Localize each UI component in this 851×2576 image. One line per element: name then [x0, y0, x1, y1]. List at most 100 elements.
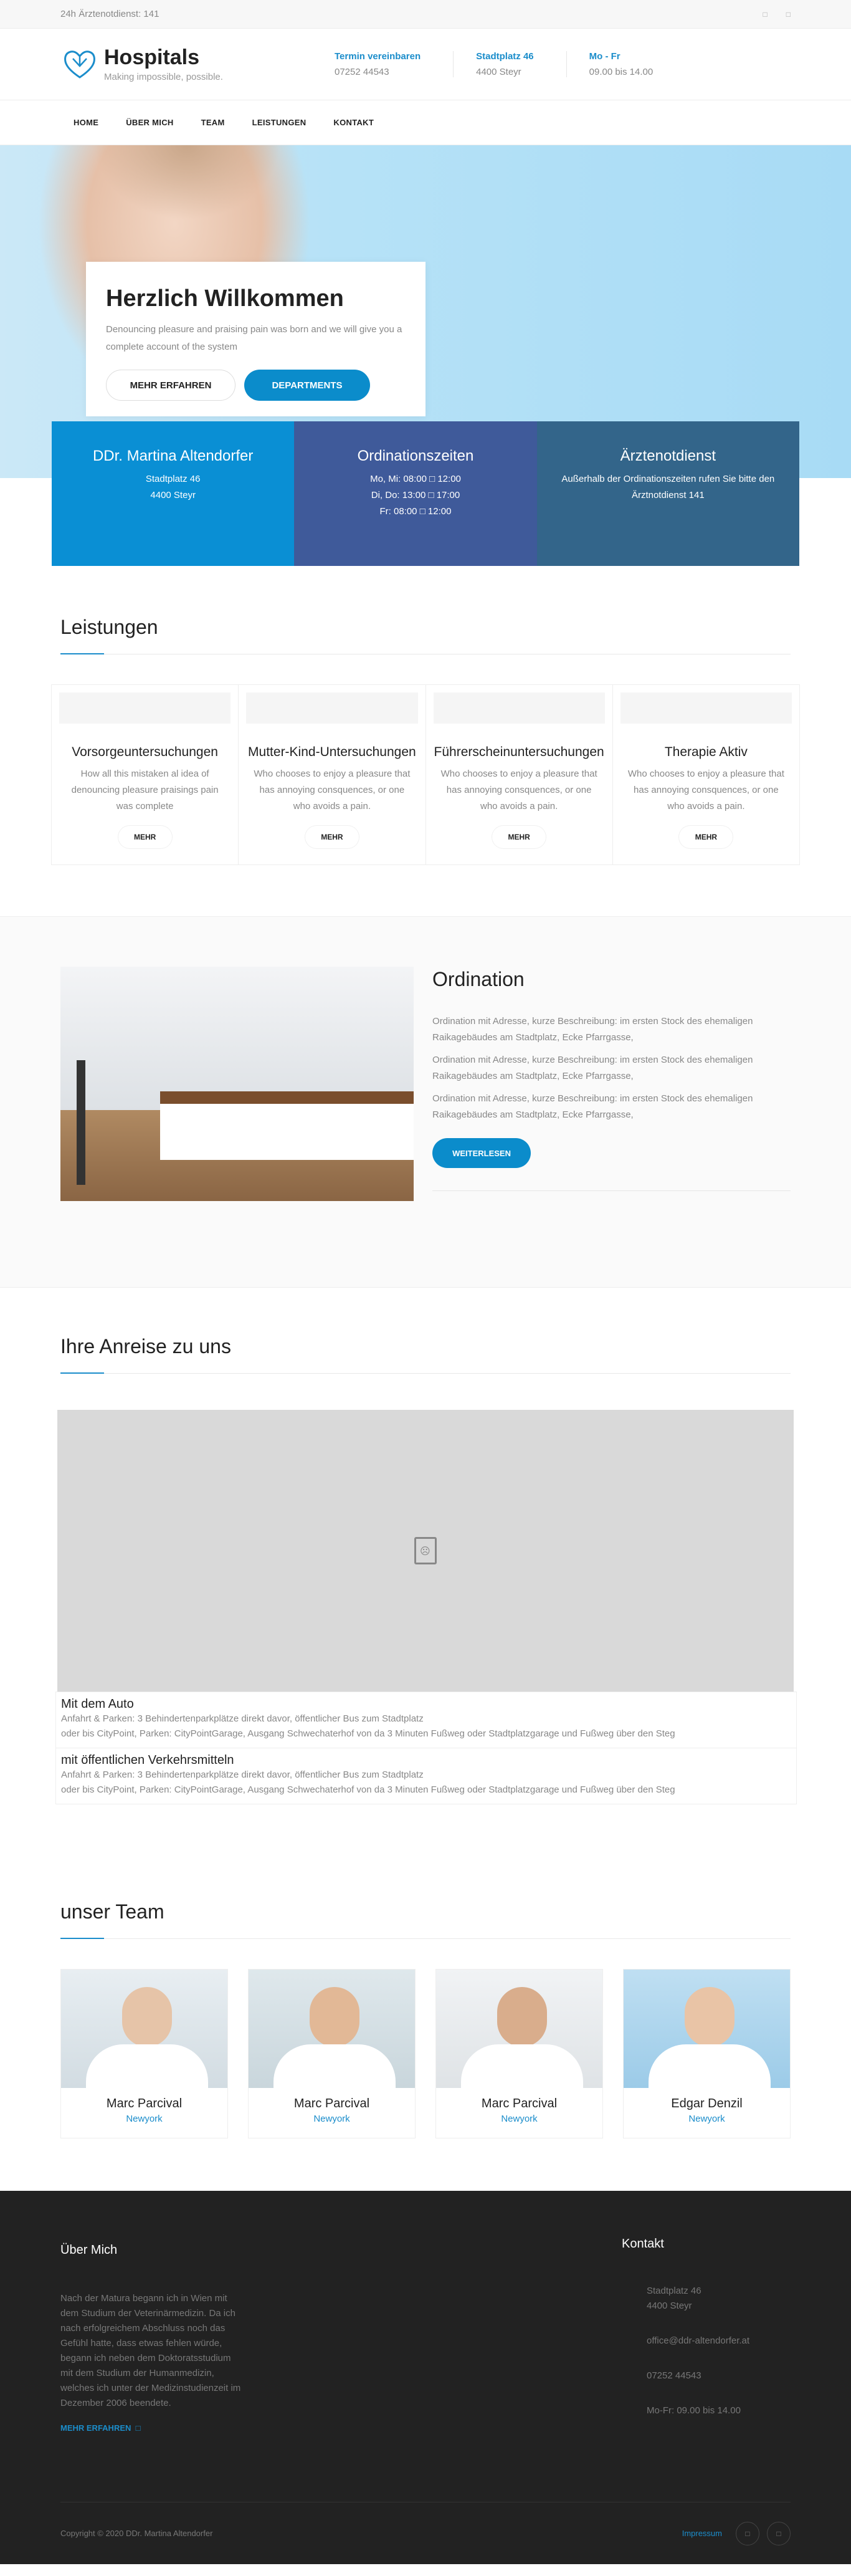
- leistungen-title: Leistungen: [60, 616, 791, 654]
- team-name: Marc Parcival: [293, 2097, 370, 2110]
- impressum-link[interactable]: Impressum: [682, 2529, 722, 2538]
- header-info-appointment: Termin vereinbaren 07252 44543: [335, 51, 454, 77]
- info-box-line: Außerhalb der Ordinationszeiten rufen Si…: [561, 474, 775, 500]
- route-line: Anfahrt & Parken: 3 Behindertenparkplätz…: [61, 1769, 424, 1780]
- departments-button[interactable]: DEPARTMENTS: [244, 370, 370, 401]
- arrow-right-icon: □: [133, 2423, 141, 2433]
- social-icon-2[interactable]: □: [786, 10, 791, 19]
- leistung-card: Vorsorgeuntersuchungen How all this mist…: [52, 685, 239, 864]
- hero: Herzlich Willkommen Denouncing pleasure …: [0, 145, 851, 566]
- leistung-image: [59, 692, 231, 724]
- team-photo-head: [497, 1987, 547, 2047]
- welcome-buttons: MEHR ERFAHREN DEPARTMENTS: [106, 370, 406, 401]
- info-box-line: Mo, Mi: 08:00 □ 12:00: [370, 474, 461, 484]
- map-embed[interactable]: [57, 1410, 794, 1692]
- ordination-divider: [432, 1190, 791, 1191]
- team-photo: [436, 1970, 602, 2088]
- team-card[interactable]: Marc Parcival Newyork: [60, 1969, 228, 2138]
- footer-about-title: Über Mich: [60, 2243, 118, 2257]
- logo-tagline: Making impossible, possible.: [104, 71, 223, 82]
- team-card[interactable]: Marc Parcival Newyork: [248, 1969, 416, 2138]
- ordination-image-desk: [160, 1091, 414, 1160]
- footer-mehr-erfahren-link[interactable]: MEHR ERFAHREN □: [60, 2423, 241, 2433]
- copyright: Copyright © 2020 DDr. Martina Altendorfe…: [60, 2529, 213, 2538]
- team-card[interactable]: Edgar Denzil Newyork: [623, 1969, 791, 2138]
- info-box-title: Ärztenotdienst: [620, 448, 716, 464]
- leistung-card: Führerscheinuntersuchungen Who chooses t…: [426, 685, 613, 864]
- nav-leistungen[interactable]: LEISTUNGEN: [252, 118, 307, 127]
- notdienst-text: 24h Ärztenotdienst: 141: [60, 9, 159, 19]
- ordination-paragraph: Ordination mit Adresse, kurze Beschreibu…: [432, 1016, 753, 1043]
- footer-social-icon-2[interactable]: □: [767, 2521, 791, 2545]
- info-box-notdienst: Ärztenotdienst Außerhalb der Ordinations…: [536, 421, 799, 566]
- footer-address-line: 4400 Steyr: [647, 2301, 692, 2311]
- logo[interactable]: Hospitals Making impossible, possible.: [60, 45, 335, 84]
- team-photo-coat: [649, 2044, 771, 2088]
- nav-team[interactable]: TEAM: [201, 118, 225, 127]
- team-city[interactable]: Newyork: [436, 2114, 602, 2124]
- header-info-label: Mo - Fr: [589, 51, 620, 62]
- team-title: unser Team: [60, 1900, 791, 1939]
- welcome-text: Denouncing pleasure and praising pain wa…: [106, 324, 402, 352]
- route-line: oder bis CityPoint, Parken: CityPointGar…: [61, 1784, 675, 1795]
- anreise-title: Ihre Anreise zu uns: [60, 1335, 791, 1374]
- header-info-address: Stadtplatz 46 4400 Steyr: [476, 51, 567, 77]
- social-icon-1[interactable]: □: [763, 10, 768, 19]
- footer-mehr-erfahren-label: MEHR ERFAHREN: [60, 2423, 131, 2433]
- footer-email[interactable]: office@ddr-altendorfer.at: [647, 2334, 790, 2349]
- logo-title: Hospitals: [104, 45, 200, 69]
- main-nav: HOME ÜBER MICH TEAM LEISTUNGEN KONTAKT: [0, 100, 851, 145]
- footer-hours: Mo-Fr: 09.00 bis 14.00: [647, 2405, 741, 2416]
- leistung-text: Who chooses to enjoy a pleasure that has…: [627, 768, 784, 812]
- leistung-mehr-button[interactable]: MEHR: [305, 826, 359, 848]
- leistung-card: Therapie Aktiv Who chooses to enjoy a pl…: [613, 685, 799, 864]
- route-title: Mit dem Auto: [61, 1697, 134, 1711]
- footer-social-icon-1[interactable]: □: [736, 2521, 759, 2545]
- team-city[interactable]: Newyork: [61, 2114, 227, 2124]
- leistung-image: [620, 692, 792, 724]
- broken-map-icon: [414, 1537, 437, 1564]
- route-car: Mit dem Auto Anfahrt & Parken: 3 Behinde…: [55, 1692, 797, 1748]
- route-title: mit öffentlichen Verkehrsmitteln: [61, 1753, 234, 1767]
- leistung-image: [246, 692, 418, 724]
- info-box-title: DDr. Martina Altendorfer: [92, 448, 254, 464]
- team-name: Marc Parcival: [106, 2097, 183, 2110]
- nav-home[interactable]: HOME: [74, 118, 98, 127]
- footer-bottom-right: Impressum □ □: [682, 2521, 791, 2545]
- info-box-line: Stadtplatz 46: [145, 474, 201, 484]
- leistung-mehr-button[interactable]: MEHR: [679, 826, 733, 848]
- footer-phone[interactable]: 07252 44543: [647, 2368, 790, 2383]
- nav-kontakt[interactable]: KONTAKT: [333, 118, 374, 127]
- weiterlesen-button[interactable]: WEITERLESEN: [432, 1138, 531, 1168]
- team-section: unser Team Marc Parcival Newyork Marc Pa…: [0, 1804, 851, 2138]
- leistungen-section: Leistungen Vorsorgeuntersuchungen How al…: [0, 566, 851, 865]
- footer-kontakt-title: Kontakt: [622, 2237, 664, 2251]
- header-info-label: Termin vereinbaren: [335, 51, 421, 62]
- leistung-mehr-button[interactable]: MEHR: [118, 826, 172, 848]
- ordination-image: [60, 967, 414, 1201]
- team-photo-head: [310, 1987, 359, 2047]
- team-city[interactable]: Newyork: [249, 2114, 415, 2124]
- ordination-content: Ordination Ordination mit Adresse, kurze…: [432, 967, 791, 1287]
- leistung-name: Mutter-Kind-Untersuchungen: [248, 745, 416, 759]
- leistung-text: Who chooses to enjoy a pleasure that has…: [254, 768, 411, 812]
- leistung-text: How all this mistaken al idea of denounc…: [71, 768, 219, 812]
- leistung-mehr-button[interactable]: MEHR: [492, 826, 546, 848]
- team-card[interactable]: Marc Parcival Newyork: [435, 1969, 603, 2138]
- route-line: oder bis CityPoint, Parken: CityPointGar…: [61, 1728, 675, 1739]
- info-box-line: Fr: 08:00 □ 12:00: [379, 506, 452, 517]
- nav-ueber-mich[interactable]: ÜBER MICH: [126, 118, 173, 127]
- hero-hair-shade: [93, 145, 280, 220]
- footer-bottom: Copyright © 2020 DDr. Martina Altendorfe…: [60, 2502, 791, 2564]
- ordination-title: Ordination: [432, 968, 525, 990]
- leistung-name: Vorsorgeuntersuchungen: [72, 745, 218, 759]
- team-photo-head: [685, 1987, 735, 2047]
- team-grid: Marc Parcival Newyork Marc Parcival Newy…: [60, 1969, 791, 2138]
- team-photo-coat: [461, 2044, 583, 2088]
- site-header: Hospitals Making impossible, possible. T…: [0, 29, 851, 100]
- team-photo: [624, 1970, 790, 2088]
- team-city[interactable]: Newyork: [624, 2114, 790, 2124]
- mehr-erfahren-button[interactable]: MEHR ERFAHREN: [106, 370, 235, 401]
- info-box-title: Ordinationszeiten: [357, 448, 474, 464]
- heart-logo-icon: [64, 50, 95, 79]
